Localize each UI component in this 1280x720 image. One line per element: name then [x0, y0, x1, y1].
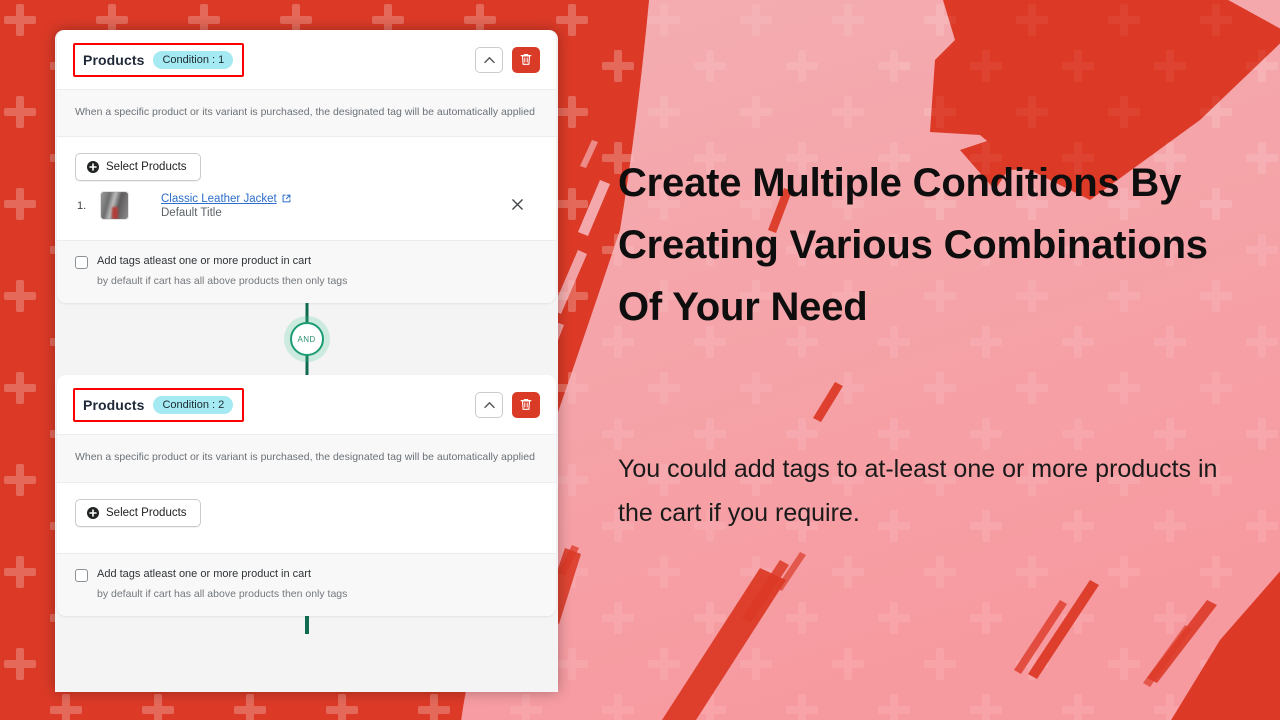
trash-icon [520, 399, 532, 411]
condition-1-delete-button[interactable] [512, 46, 540, 73]
condition-2-body: Select Products [57, 482, 556, 553]
condition-1-description: When a specific product or its variant i… [57, 90, 556, 138]
condition-2-checkbox[interactable] [75, 568, 88, 582]
condition-2-badge: Condition : 2 [153, 395, 234, 414]
condition-2-select-products-button[interactable]: Select Products [75, 498, 201, 527]
condition-2-header: Products Condition : 2 [57, 375, 556, 436]
external-link-icon [282, 194, 291, 203]
condition-2-checkbox-label: Add tags atleast one or more product in … [97, 567, 312, 580]
condition-1-checkbox-label: Add tags atleast one or more product in … [97, 255, 312, 268]
condition-card-1: Products Condition : 1 When a specific p… [57, 30, 556, 304]
condition-1-title-highlight: Products Condition : 1 [73, 42, 245, 77]
chevron-up-icon [483, 401, 495, 408]
condition-1-title: Products [83, 51, 145, 68]
and-connector: AND [55, 303, 558, 376]
plus-circle-icon [87, 161, 99, 174]
condition-card-2: Products Condition : 2 When a specific p… [57, 375, 556, 616]
condition-1-badge: Condition : 1 [153, 50, 234, 69]
promo-subtext: You could add tags to at-least one or mo… [618, 455, 1218, 527]
condition-2-title: Products [83, 396, 145, 413]
chevron-up-icon [483, 56, 495, 63]
condition-1-select-products-button[interactable]: Select Products [75, 153, 201, 182]
condition-1-body: Select Products 1. Classic Leather Jacke… [57, 137, 556, 241]
condition-1-checkbox-subtext: by default if cart has all above product… [97, 275, 348, 288]
condition-2-delete-button[interactable] [512, 391, 540, 418]
condition-2-footer: Add tags atleast one or more product in … [57, 552, 556, 616]
condition-2-checkbox-row[interactable]: Add tags atleast one or more product in … [75, 568, 538, 582]
promo-headline: Create Multiple Conditions By Creating V… [618, 161, 1208, 329]
and-badge[interactable]: AND [289, 322, 324, 357]
condition-2-collapse-button[interactable] [475, 391, 503, 418]
product-name-label: Classic Leather Jacket [161, 192, 277, 205]
condition-1-footer: Add tags atleast one or more product in … [57, 240, 556, 304]
condition-1-collapse-button[interactable] [475, 46, 503, 73]
product-thumbnail [100, 191, 129, 221]
product-list-item: 1. Classic Leather Jacket Default Title [75, 181, 538, 232]
product-link[interactable]: Classic Leather Jacket [161, 193, 291, 205]
connector-tail [55, 615, 558, 634]
condition-1-checkbox-row[interactable]: Add tags atleast one or more product in … [75, 255, 538, 270]
app-screenshot-panel: Products Condition : 1 When a specific p… [55, 30, 558, 692]
condition-2-description: When a specific product or its variant i… [57, 435, 556, 483]
plus-circle-icon [87, 506, 99, 519]
condition-1-header: Products Condition : 1 [57, 30, 556, 90]
condition-2-actions [475, 391, 540, 418]
condition-1-checkbox[interactable] [75, 256, 88, 270]
product-info: Classic Leather Jacket Default Title [161, 193, 291, 219]
condition-1-actions [475, 46, 540, 73]
trash-icon [520, 54, 532, 65]
product-index: 1. [77, 199, 87, 212]
condition-2-checkbox-subtext: by default if cart has all above product… [97, 587, 348, 600]
condition-2-title-highlight: Products Condition : 2 [73, 387, 245, 422]
close-icon [512, 198, 523, 210]
product-variant: Default Title [161, 206, 222, 219]
condition-1-select-products-label: Select Products [106, 161, 187, 174]
condition-2-select-products-label: Select Products [106, 506, 187, 519]
product-remove-button[interactable] [511, 198, 524, 214]
